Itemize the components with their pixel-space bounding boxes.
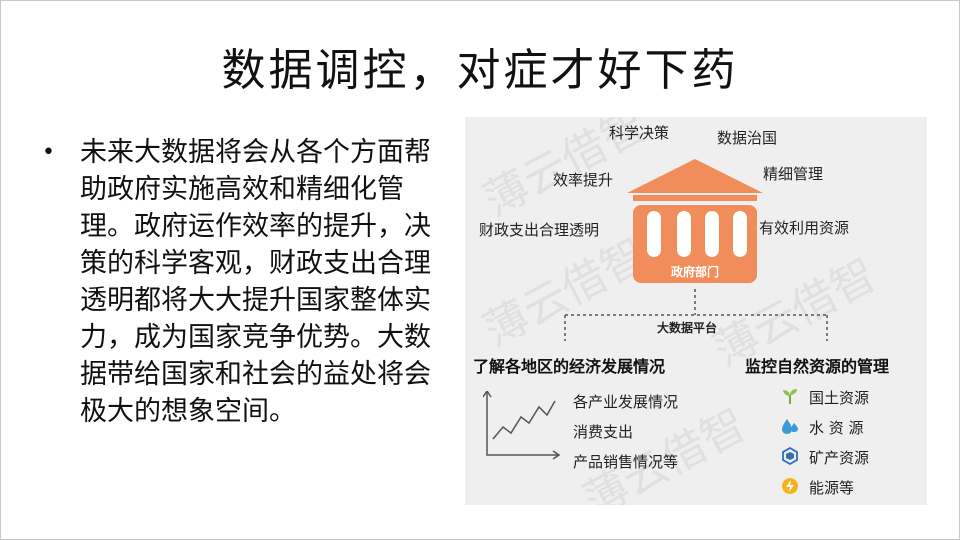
left-item-sales: 产品销售情况等: [573, 453, 679, 471]
diagram-panel: 薄云借智 薄云借智 薄云借智 薄云借智 科学决策 数据治国 效率提升 精细管理 …: [465, 117, 927, 505]
line-chart-icon: [483, 391, 561, 460]
bullet-marker: •: [42, 140, 55, 165]
sprout-icon: [783, 389, 797, 404]
energy-icon: [782, 478, 798, 494]
economy-heading: 了解各地区的经济发展情况: [473, 357, 666, 376]
right-item-water: 水 资 源: [809, 419, 864, 437]
right-item-land: 国土资源: [809, 389, 870, 407]
left-item-consumption: 消费支出: [573, 423, 634, 441]
right-item-energy: 能源等: [809, 479, 855, 497]
platform-label: 大数据平台: [657, 321, 718, 335]
water-drop-icon: [782, 419, 798, 434]
right-item-mineral: 矿产资源: [809, 449, 870, 467]
left-item-industry: 各产业发展情况: [573, 393, 679, 411]
mineral-icon: [782, 447, 798, 465]
bullet-text: 未来大数据将会从各个方面帮助政府实施高效和精细化管理。政府运作效率的提升，决策的…: [80, 137, 431, 427]
slide-title: 数据调控，对症才好下药: [221, 45, 739, 96]
resources-heading: 监控自然资源的管理: [745, 357, 890, 376]
